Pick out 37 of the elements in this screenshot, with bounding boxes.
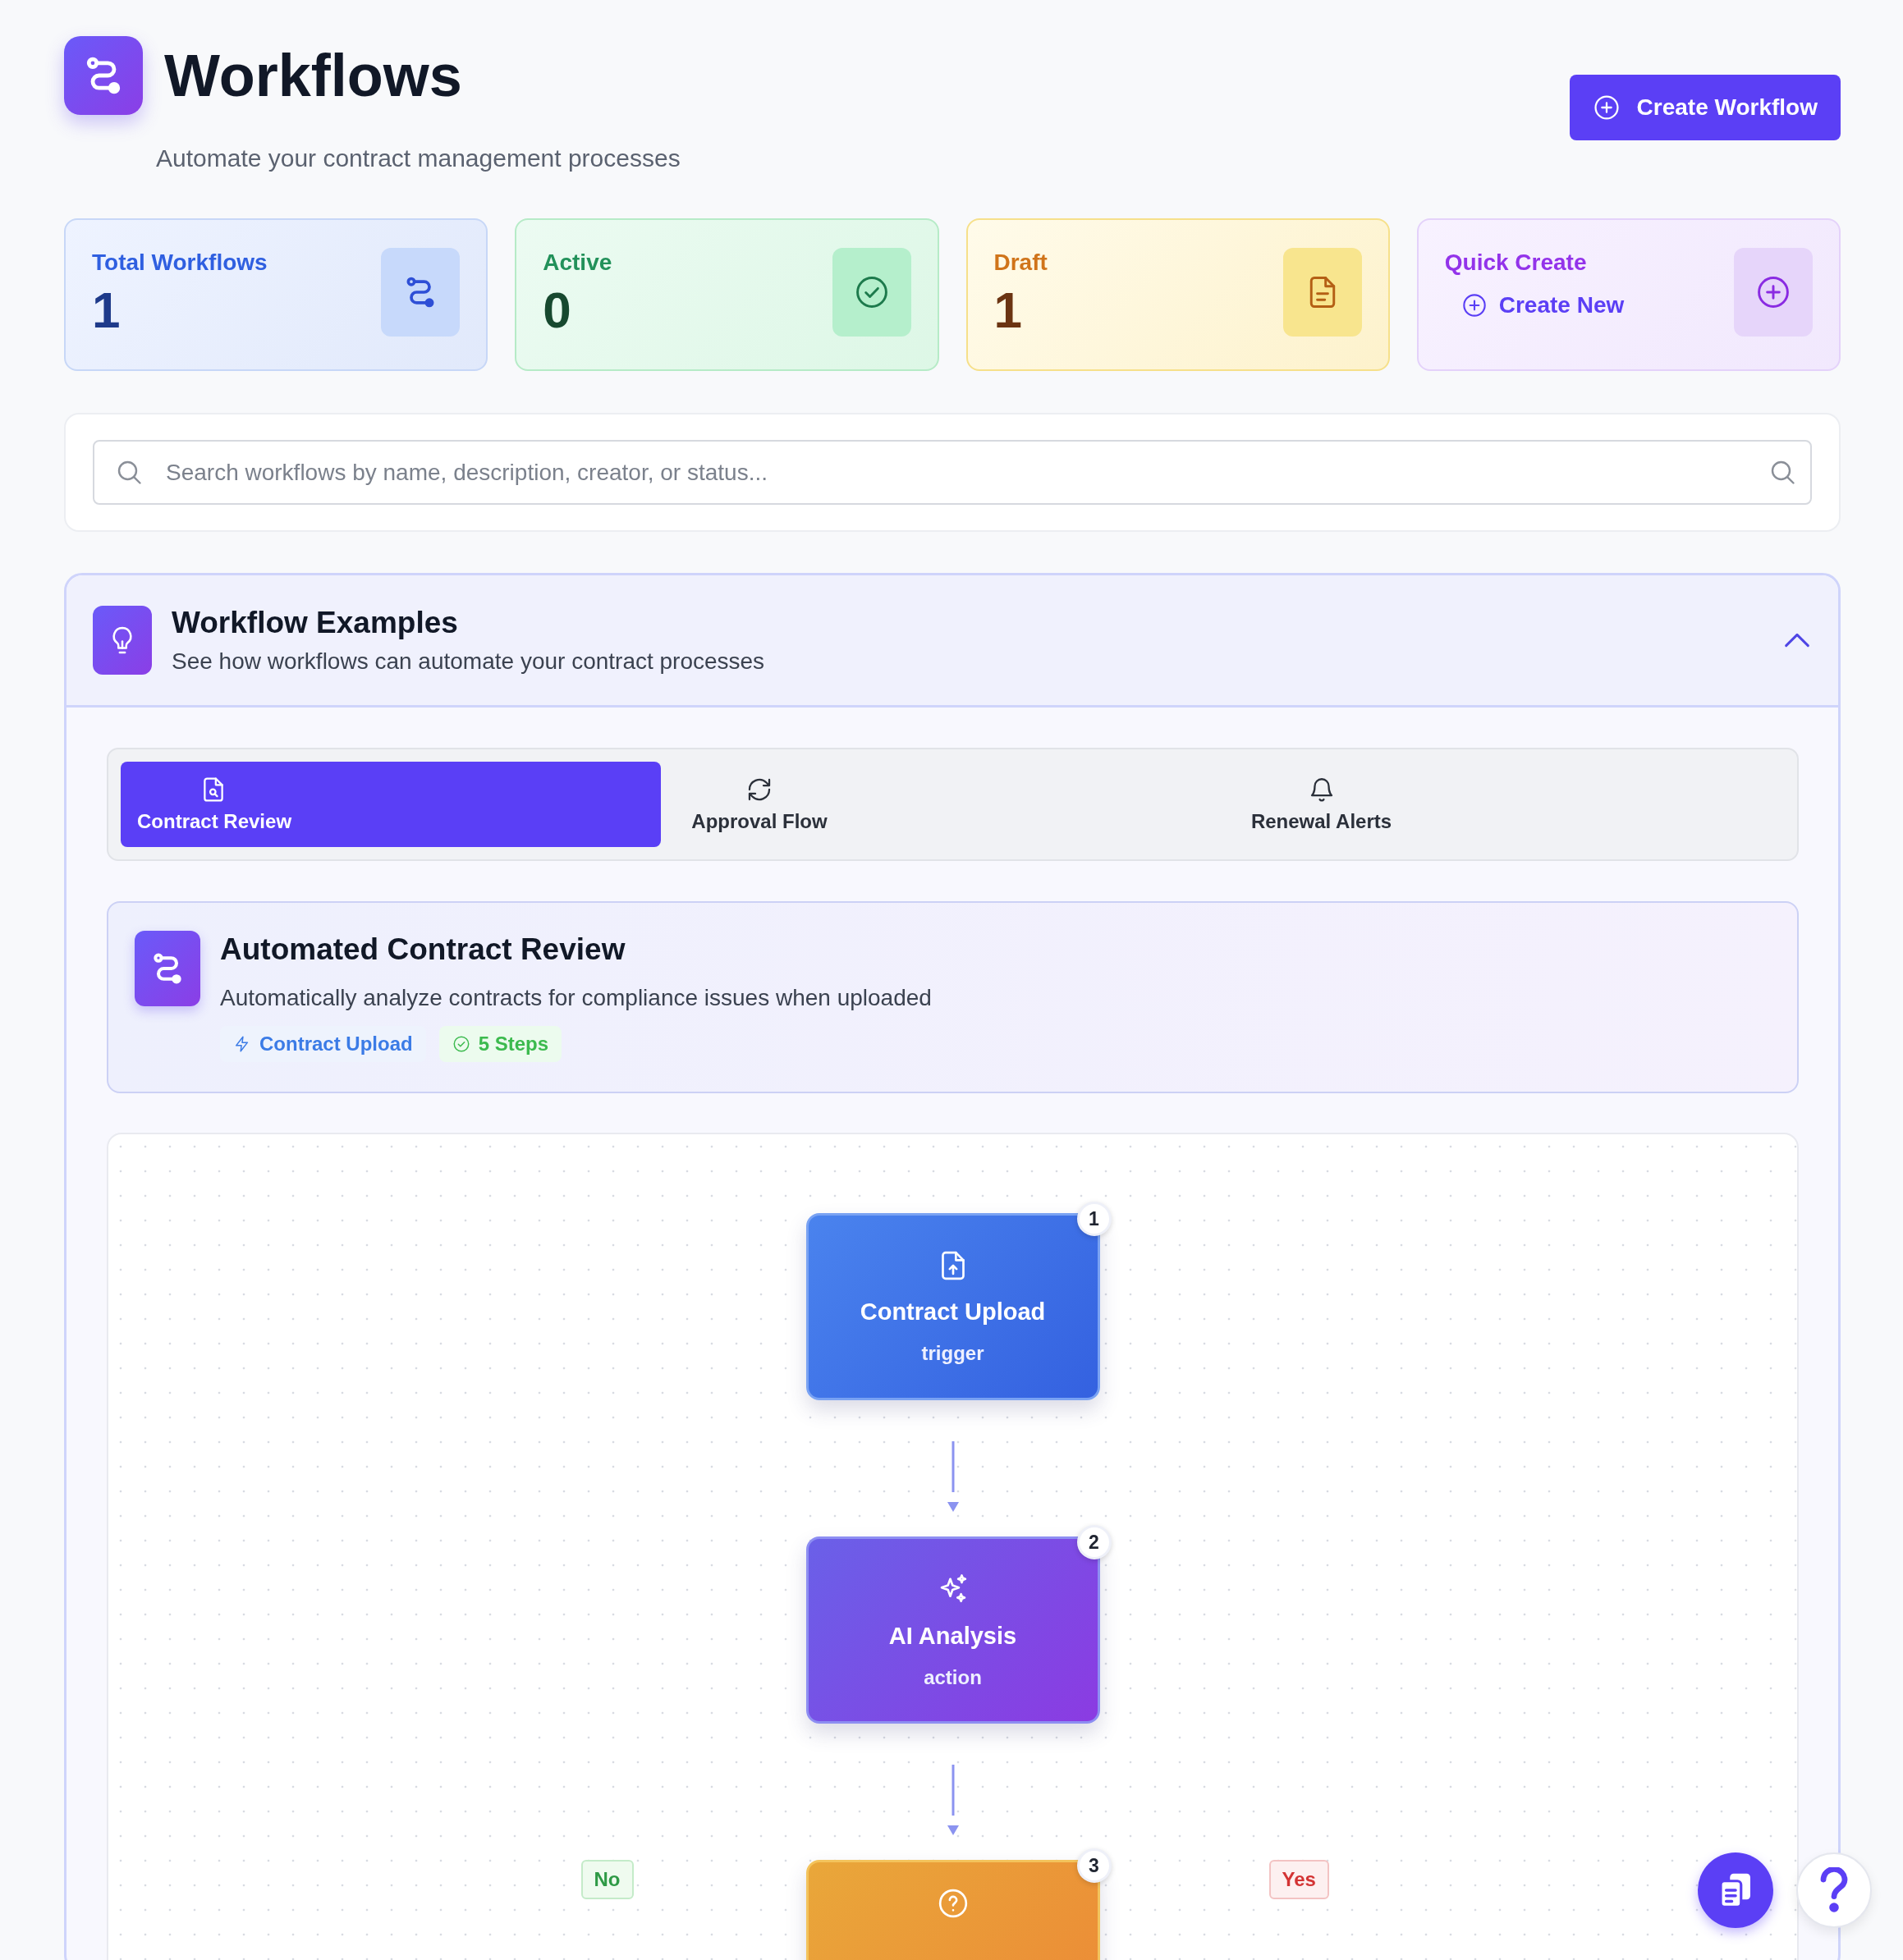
examples-subtitle: See how workflows can automate your contract processes <box>172 648 766 675</box>
node-type: trigger <box>921 1341 984 1365</box>
example-tab[interactable]: Approval Flow <box>661 762 858 847</box>
stat-label: Total Workflows <box>92 250 268 276</box>
examples-header[interactable]: Workflow Examples See how workflows can automate your contract processes <box>66 575 1838 708</box>
stat-value: 1 <box>993 282 1023 339</box>
step-number: 3 <box>1076 1848 1112 1883</box>
example-tab[interactable]: Contract Review <box>121 762 661 847</box>
create-new-link[interactable]: Create New <box>1460 292 1625 318</box>
step-number: 1 <box>1076 1202 1112 1236</box>
node-title: AI Analysis <box>888 1622 1017 1650</box>
workflow-icon <box>381 248 461 337</box>
lightbulb-icon <box>93 606 152 675</box>
example-title: Automated Contract Review <box>220 932 626 967</box>
stat-value: 0 <box>543 282 572 339</box>
check-circle-icon <box>452 1035 470 1053</box>
search-field[interactable]: Search workflows by name, description, creator, or status... <box>93 440 1812 505</box>
steps-chip: 5 Steps <box>438 1026 562 1062</box>
stat-label: Active <box>543 250 612 276</box>
stat-value: 1 <box>92 282 122 339</box>
page-subtitle: Automate your contract management processes <box>156 144 681 172</box>
workflow-icon <box>135 931 200 1006</box>
node-type: action <box>924 1665 982 1689</box>
node-title: Contract Upload <box>860 1298 1046 1326</box>
example-description: Automatically analyze contracts for compliance issues when uploaded <box>220 985 932 1011</box>
plus-circle-icon <box>1460 292 1488 318</box>
document-icon <box>1282 248 1362 337</box>
example-tab[interactable]: Renewal Alerts <box>858 762 1785 847</box>
stat-label: Draft <box>993 250 1048 276</box>
examples-title: Workflow Examples <box>172 606 459 640</box>
create-workflow-button[interactable]: Create Workflow <box>1569 75 1841 140</box>
stat-label: Quick Create <box>1444 250 1588 276</box>
page-title: Workflows <box>164 42 462 109</box>
branch-label: No <box>580 1860 634 1899</box>
branch-label: Yes <box>1268 1860 1329 1899</box>
step-number: 2 <box>1076 1525 1112 1559</box>
plus-circle-icon <box>1592 94 1621 121</box>
